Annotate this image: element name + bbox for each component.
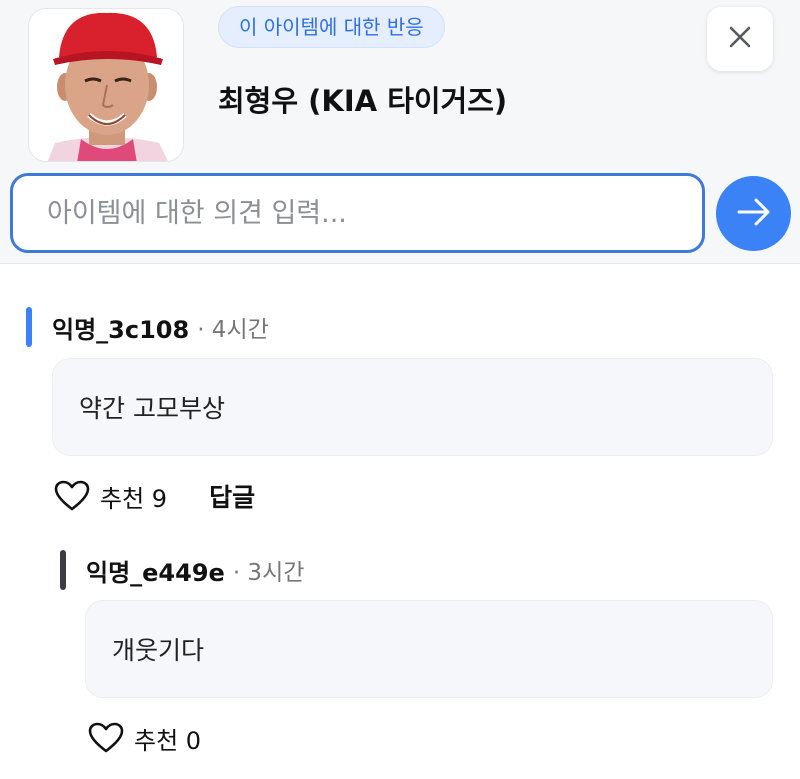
reply-text: 개웃기다 — [112, 636, 205, 665]
send-button[interactable] — [716, 176, 791, 251]
reply-body: 개웃기다 — [85, 600, 773, 698]
reply-button[interactable]: 답글 — [209, 478, 255, 514]
comment-accent-bar — [26, 307, 32, 347]
reply-author: 익명_e449e — [86, 558, 225, 587]
comment-text: 약간 고모부상 — [79, 394, 225, 423]
reply-like-count: 추천 0 — [134, 726, 202, 755]
arrow-right-icon — [736, 197, 772, 231]
like-button[interactable]: 추천 9 — [54, 479, 167, 514]
item-title: 최형우 (KIA 타이거즈) — [218, 84, 508, 118]
comment-body: 약간 고모부상 — [52, 358, 773, 456]
player-photo — [28, 8, 184, 162]
heart-icon — [54, 480, 90, 511]
comment-input-wrapper — [10, 173, 705, 253]
heart-icon — [88, 722, 124, 753]
reaction-badge: 이 아이템에 대한 반응 — [218, 6, 445, 48]
close-icon — [729, 26, 751, 52]
comment-header: 익명_3c108 · 4시간 — [26, 307, 269, 347]
comment-actions: 추천 9 답글 — [54, 476, 255, 516]
comment-time: · 4시간 — [197, 317, 269, 343]
comment-input[interactable] — [13, 176, 702, 250]
close-button[interactable] — [707, 7, 773, 71]
reply-comment-header: 익명_e449e · 3시간 — [60, 550, 304, 590]
reply-like-button[interactable]: 추천 0 — [88, 721, 201, 756]
like-count: 추천 9 — [100, 484, 168, 513]
reply-actions: 추천 0 — [88, 718, 201, 758]
comment-author: 익명_3c108 — [52, 315, 190, 344]
item-header: 이 아이템에 대한 반응 최형우 (KIA 타이거즈) — [0, 0, 800, 264]
reply-accent-bar — [60, 550, 66, 590]
reply-time: · 3시간 — [232, 560, 305, 586]
